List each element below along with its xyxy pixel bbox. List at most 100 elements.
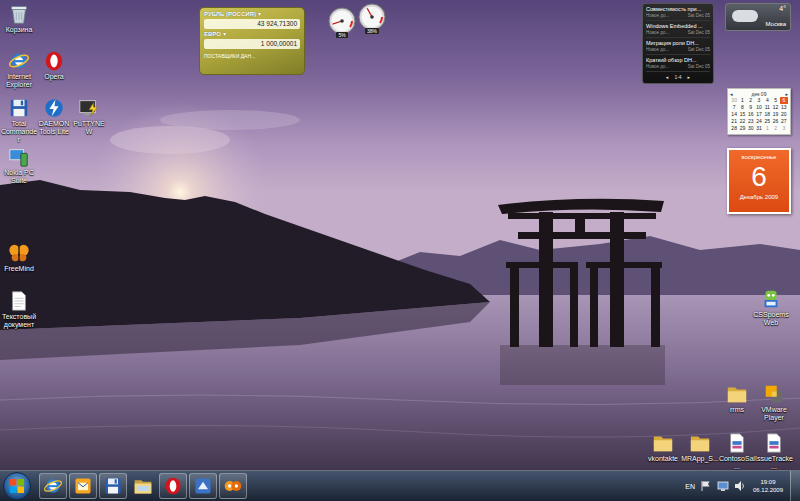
desktop-area: Корзина Internet Explorer Opera Total Co…	[0, 0, 800, 470]
weather-gadget[interactable]: 4° Москва	[725, 3, 791, 31]
date-gadget[interactable]: воскресенье 6 Декабрь 2009	[727, 148, 791, 214]
desktop-icon[interactable]: FreeMind	[0, 242, 38, 273]
calendar-day[interactable]: 22	[738, 118, 746, 125]
taskbar-button[interactable]	[99, 473, 127, 499]
currency-value[interactable]: 1 000,00001	[204, 39, 300, 49]
taskbar-button[interactable]	[219, 473, 247, 499]
desktop-icon[interactable]: PuTTYNEW	[70, 97, 108, 136]
prev-button[interactable]: ◂	[666, 74, 669, 81]
calendar-day[interactable]: 23	[747, 118, 755, 125]
feed-item[interactable]: Windows Embedded ... Новое до... Sat Dec…	[646, 23, 710, 38]
cpu-meter-gadget[interactable]: 5% 38%	[328, 7, 392, 51]
outlook-icon	[73, 476, 93, 496]
calendar-gadget[interactable]: ◂ дек 09 ▸ 30123456789101112131415161718…	[727, 88, 791, 135]
calendar-day[interactable]: 5	[771, 97, 779, 104]
volume-icon[interactable]	[734, 480, 746, 492]
desktop-icon[interactable]: Текстовый документ	[0, 290, 38, 329]
feed-pager: ◂ 1-4 ▸	[646, 74, 710, 81]
feed-gadget[interactable]: Совместимость при... Новое до... Sat Dec…	[642, 3, 714, 84]
calendar-day[interactable]: 20	[780, 111, 788, 118]
feed-source: Новое до...	[646, 30, 669, 36]
desktop-icon[interactable]: Opera	[35, 50, 73, 81]
calendar-day[interactable]: 30	[730, 97, 738, 104]
calendar-day[interactable]: 19	[771, 111, 779, 118]
feed-title: Миграция роли DH...	[646, 40, 710, 47]
desktop-icon[interactable]: VMware Player	[755, 383, 793, 422]
recycle-icon	[8, 3, 30, 25]
desktop-icon[interactable]: Корзина	[0, 3, 38, 34]
calendar-day[interactable]: 2	[771, 125, 779, 132]
calendar-day[interactable]: 21	[730, 118, 738, 125]
action-center-flag-icon[interactable]	[700, 480, 712, 492]
calendar-day[interactable]: 3	[755, 97, 763, 104]
calendar-day[interactable]: 16	[747, 111, 755, 118]
taskbar-button[interactable]	[39, 473, 67, 499]
calendar-day[interactable]: 1	[763, 125, 771, 132]
desktop-icon[interactable]: vkontakte	[644, 432, 682, 463]
document-icon	[763, 432, 785, 454]
opera-icon	[163, 476, 183, 496]
next-button[interactable]: ▸	[688, 74, 691, 81]
calendar-day[interactable]: 9	[747, 104, 755, 111]
desktop-icon[interactable]: IssueTracke...	[755, 432, 793, 471]
desktop-icon[interactable]: Internet Explorer	[0, 50, 38, 89]
icon-label: Nokia PC Suite	[0, 169, 38, 185]
taskbar-button[interactable]	[189, 473, 217, 499]
calendar-day[interactable]: 17	[755, 111, 763, 118]
calendar-day[interactable]: 10	[755, 104, 763, 111]
calendar-day[interactable]: 6	[780, 97, 788, 104]
calendar-day[interactable]: 24	[755, 118, 763, 125]
desktop-icon[interactable]: DAEMON Tools Lite	[35, 97, 73, 136]
feed-item[interactable]: Миграция роли DH... Новое до... Sat Dec …	[646, 40, 710, 55]
calendar-day[interactable]: 31	[755, 125, 763, 132]
calendar-day[interactable]: 27	[780, 118, 788, 125]
folder-icon	[652, 432, 674, 454]
app-icon	[193, 476, 213, 496]
calendar-day[interactable]: 8	[738, 104, 746, 111]
desktop-icon[interactable]: Total Commander	[0, 97, 38, 144]
calendar-day[interactable]: 1	[738, 97, 746, 104]
calendar-day[interactable]: 15	[738, 111, 746, 118]
currency-gadget[interactable]: РУБЛЬ (РОССИЯ) ▾ 43 924,71300 ЕВРО ▾ 1 00…	[199, 7, 305, 75]
desktop-icon[interactable]: rrms	[718, 383, 756, 414]
calendar-day[interactable]: 13	[780, 104, 788, 111]
desktop-icon[interactable]: Nokia PC Suite	[0, 146, 38, 185]
currency-value[interactable]: 43 924,71300	[204, 19, 300, 29]
taskbar-button[interactable]	[129, 473, 157, 499]
show-desktop-button[interactable]	[790, 471, 800, 501]
language-indicator[interactable]: EN	[685, 483, 695, 490]
calendar-day[interactable]: 7	[730, 104, 738, 111]
taskbar-button[interactable]	[159, 473, 187, 499]
icon-label: ContosoSal...	[718, 455, 756, 471]
calendar-day[interactable]: 25	[763, 118, 771, 125]
calendar-day[interactable]: 3	[780, 125, 788, 132]
calendar-day[interactable]: 14	[730, 111, 738, 118]
clock[interactable]: 19:09 06.12.2009	[751, 478, 785, 494]
explorer-icon	[133, 476, 153, 496]
desktop-icon[interactable]: ContosoSal...	[718, 432, 756, 471]
calendar-day[interactable]: 18	[763, 111, 771, 118]
currency-select[interactable]: ЕВРО ▾	[204, 31, 300, 38]
taskbar-button[interactable]	[69, 473, 97, 499]
currency-row: РУБЛЬ (РОССИЯ) ▾ 43 924,71300	[204, 11, 300, 29]
desktop-icon[interactable]: MRApp_S...	[681, 432, 719, 463]
icon-label: FreeMind	[0, 265, 38, 273]
calendar-day[interactable]: 12	[771, 104, 779, 111]
calendar-day[interactable]: 26	[771, 118, 779, 125]
calendar-day[interactable]: 29	[738, 125, 746, 132]
start-button[interactable]	[3, 472, 31, 500]
feed-item[interactable]: Краткий обзор DH... Новое до... Sat Dec …	[646, 57, 710, 72]
network-icon[interactable]	[717, 480, 729, 492]
desktop-icon[interactable]: CSSpoems Web	[752, 288, 790, 327]
folder-icon	[726, 383, 748, 405]
currency-select[interactable]: РУБЛЬ (РОССИЯ) ▾	[204, 11, 300, 18]
feed-item[interactable]: Совместимость при... Новое до... Sat Dec…	[646, 6, 710, 21]
currency-footer[interactable]: ПОСТАВЩИКИ ДАН...	[204, 53, 300, 59]
calendar-day[interactable]: 30	[747, 125, 755, 132]
prev-month-button[interactable]: ◂	[730, 91, 733, 97]
calendar-day[interactable]: 11	[763, 104, 771, 111]
calendar-day[interactable]: 2	[747, 97, 755, 104]
calendar-day[interactable]: 28	[730, 125, 738, 132]
calendar-day[interactable]: 4	[763, 97, 771, 104]
feed-title: Краткий обзор DH...	[646, 57, 710, 64]
